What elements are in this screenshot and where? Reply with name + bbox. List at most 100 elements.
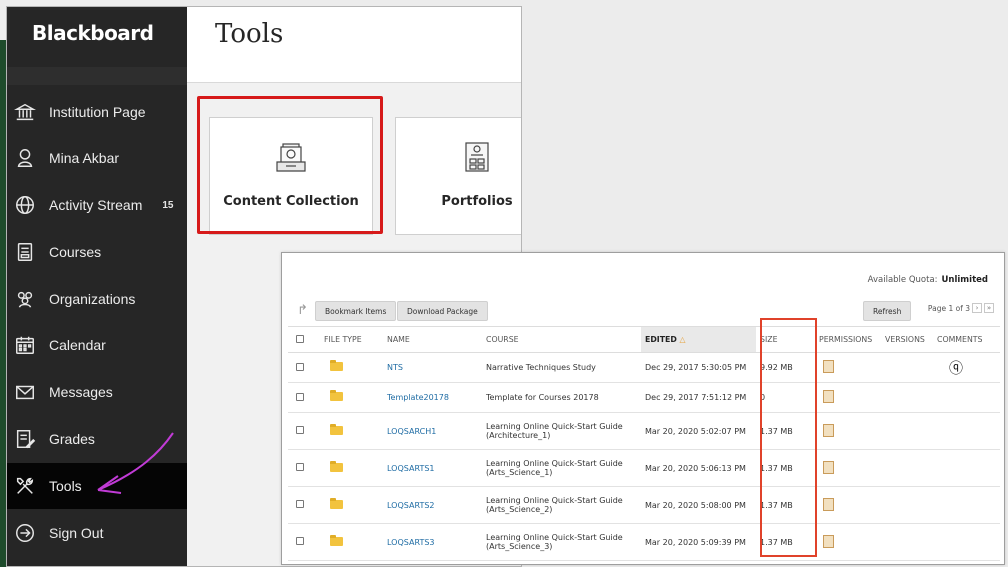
institution-icon	[13, 100, 37, 124]
move-arrow-icon[interactable]: ↱	[297, 303, 308, 318]
sidebar-item-label: Activity Stream	[49, 197, 143, 213]
permissions-icon[interactable]	[823, 460, 834, 474]
content-collection-window: Available Quota: Unlimited ↱ Bookmark Ite…	[281, 252, 1005, 565]
brand-divider	[7, 67, 187, 85]
course-name: Learning Online Quick-Start Guide	[486, 459, 623, 468]
row-checkbox[interactable]	[296, 392, 304, 401]
comment-question-icon[interactable]: ⓠ	[949, 361, 963, 377]
sidebar-item-label: Grades	[49, 431, 95, 447]
pager: Page 1 of 3 › »	[928, 303, 994, 313]
row-checkbox[interactable]	[296, 537, 304, 545]
folder-icon	[330, 390, 343, 401]
permissions-icon[interactable]	[823, 360, 834, 373]
card-label: Portfolios	[441, 194, 513, 209]
sidebar-item-courses[interactable]: Courses	[7, 229, 187, 275]
versions-cell	[881, 523, 933, 561]
column-edited[interactable]: EDITED △	[641, 326, 756, 353]
course-name-suffix: (Arts_Science_1)	[486, 468, 553, 477]
file-name-link[interactable]: NTS	[387, 363, 403, 372]
column-name[interactable]: NAME	[383, 326, 482, 353]
row-checkbox[interactable]	[296, 500, 304, 508]
row-checkbox[interactable]	[296, 463, 304, 471]
bookmark-items-button[interactable]: Bookmark Items	[315, 301, 397, 321]
sidebar-item-activity-stream[interactable]: Activity Stream 15	[7, 182, 187, 228]
row-checkbox[interactable]	[296, 362, 304, 371]
select-all-header	[288, 326, 320, 353]
column-course[interactable]: COURSE	[482, 326, 641, 353]
folder-icon	[330, 534, 343, 546]
sidebar-item-label: Tools	[49, 478, 82, 494]
sidebar-item-messages[interactable]: Messages	[7, 369, 187, 415]
permissions-icon[interactable]	[823, 390, 834, 403]
column-versions[interactable]: VERSIONS	[881, 326, 933, 353]
column-comments[interactable]: COMMENTS	[933, 326, 1000, 353]
permissions-icon[interactable]	[823, 497, 834, 511]
sidebar-item-sign-out[interactable]: Sign Out	[7, 510, 187, 556]
sort-ascending-icon: △	[679, 335, 686, 344]
sidebar-item-label: Calendar	[49, 337, 106, 353]
column-permissions[interactable]: PERMISSIONS	[815, 326, 881, 353]
files-table: FILE TYPE NAME COURSE EDITED △ SIZE PERM…	[288, 326, 1000, 561]
course-name-suffix: (Arts_Science_3)	[486, 542, 553, 551]
download-package-button[interactable]: Download Package	[397, 301, 488, 321]
grades-icon	[13, 427, 37, 451]
file-name-link[interactable]: Template20178	[387, 393, 449, 402]
sidebar-item-label: Institution Page	[49, 104, 146, 120]
file-name-link[interactable]: LOQSARTS3	[387, 538, 435, 547]
sidebar-item-label: Courses	[49, 244, 102, 260]
sidebar-item-label: Messages	[49, 384, 113, 400]
column-edited-label: EDITED	[645, 335, 677, 344]
sidebar-item-label: Sign Out	[49, 525, 104, 541]
versions-cell	[881, 352, 933, 383]
courses-icon	[13, 240, 37, 264]
refresh-button[interactable]: Refresh	[863, 301, 912, 321]
column-file-type[interactable]: FILE TYPE	[320, 326, 383, 353]
course-name: Learning Online Quick-Start Guide	[486, 533, 623, 542]
pager-text: Page 1 of 3	[927, 303, 970, 313]
permissions-icon[interactable]	[823, 423, 834, 437]
size-column-highlight	[760, 318, 817, 557]
brand-logo[interactable]: Blackboard	[7, 7, 187, 67]
tools-icon	[13, 474, 37, 498]
next-page-icon[interactable]: ›	[972, 303, 982, 313]
page-title: Tools	[215, 19, 284, 49]
versions-cell	[881, 449, 933, 487]
row-checkbox[interactable]	[296, 426, 304, 434]
folder-icon	[330, 360, 343, 371]
permissions-icon[interactable]	[823, 534, 834, 548]
calendar-icon	[13, 333, 37, 357]
quota-info: Available Quota: Unlimited	[868, 275, 988, 285]
course-name: Learning Online Quick-Start Guide	[486, 422, 623, 431]
sidebar-item-grades[interactable]: Grades	[7, 416, 187, 462]
table-row: NTS Narrative Techniques Study Dec 29, 2…	[288, 352, 1000, 383]
sidebar-item-organizations[interactable]: Organizations	[7, 276, 187, 322]
sidebar-item-label: Mina Akbar	[49, 150, 120, 166]
sidebar-item-institution-page[interactable]: Institution Page	[7, 89, 187, 135]
sidebar-item-label: Organizations	[49, 291, 136, 307]
versions-cell	[881, 486, 933, 524]
quota-label: Available Quota:	[867, 275, 938, 285]
edited-date: Dec 29, 2017 7:51:12 PM	[641, 382, 756, 413]
sidebar-item-profile[interactable]: Mina Akbar	[7, 135, 187, 181]
versions-cell	[881, 382, 933, 413]
versions-cell	[881, 412, 933, 450]
file-name-link[interactable]: LOQSARTS1	[387, 464, 435, 473]
table-row: LOQSARTS3 Learning Online Quick-Start Gu…	[288, 523, 1000, 561]
sidebar-item-tools[interactable]: Tools	[7, 463, 187, 509]
portfolios-card[interactable]: Portfolios	[395, 117, 521, 235]
sidebar: Blackboard Institution Page Mina Akbar A…	[7, 7, 187, 566]
file-name-link[interactable]: LOQSARTS2	[387, 501, 435, 510]
comments-cell	[933, 486, 1000, 524]
table-row: LOQSARTS1 Learning Online Quick-Start Gu…	[288, 449, 1000, 487]
select-all-checkbox[interactable]	[296, 334, 304, 343]
notification-badge: 15	[162, 199, 174, 211]
sign-out-icon	[13, 521, 37, 545]
table-header-row: FILE TYPE NAME COURSE EDITED △ SIZE PERM…	[288, 326, 1000, 353]
folder-icon	[330, 460, 343, 472]
table-row: LOQSARTS2 Learning Online Quick-Start Gu…	[288, 486, 1000, 524]
last-page-icon[interactable]: »	[984, 303, 994, 313]
table-row: LOQSARCH1 Learning Online Quick-Start Gu…	[288, 412, 1000, 450]
file-name-link[interactable]: LOQSARCH1	[387, 427, 436, 436]
sidebar-item-calendar[interactable]: Calendar	[7, 322, 187, 368]
folder-icon	[330, 497, 343, 509]
